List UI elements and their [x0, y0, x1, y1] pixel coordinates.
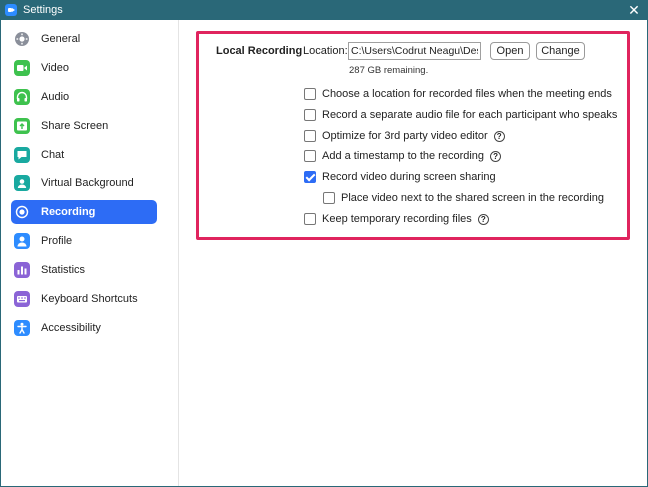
share-screen-icon [14, 117, 30, 134]
sidebar-item-recording[interactable]: Recording [11, 200, 157, 225]
help-icon[interactable]: ? [477, 213, 489, 225]
option-label: Record video during screen sharing [322, 171, 496, 183]
keyboard-icon [14, 291, 30, 308]
option-label: Keep temporary recording files [322, 213, 472, 225]
sidebar-item-statistics[interactable]: Statistics [11, 258, 157, 282]
chat-icon [14, 146, 30, 163]
help-icon[interactable]: ? [490, 150, 502, 162]
record-screen-sharing-checkbox[interactable] [304, 171, 316, 183]
headphones-icon [14, 88, 30, 105]
sidebar-item-audio[interactable]: Audio [11, 85, 157, 109]
option-label: Optimize for 3rd party video editor [322, 130, 488, 142]
sidebar-item-label: Chat [41, 148, 65, 161]
option-optimize-editor[interactable]: Optimize for 3rd party video editor ? [304, 128, 505, 144]
video-icon [14, 59, 30, 76]
choose-location-checkbox[interactable] [304, 88, 316, 100]
open-button[interactable]: Open [490, 42, 530, 60]
close-button[interactable]: ✕ [620, 0, 648, 20]
option-add-timestamp[interactable]: Add a timestamp to the recording ? [304, 148, 502, 164]
sidebar-item-share-screen[interactable]: Share Screen [11, 114, 157, 138]
sidebar-item-keyboard-shortcuts[interactable]: Keyboard Shortcuts [11, 287, 157, 311]
sidebar-item-chat[interactable]: Chat [11, 143, 157, 167]
keep-temp-files-checkbox[interactable] [304, 213, 316, 225]
profile-icon [14, 233, 30, 250]
sidebar-item-profile[interactable]: Profile [11, 229, 157, 253]
sidebar-item-label: Share Screen [41, 119, 109, 132]
sidebar-item-general[interactable]: General [11, 27, 157, 51]
option-record-screen-sharing[interactable]: Record video during screen sharing [304, 169, 496, 185]
option-place-video-next[interactable]: Place video next to the shared screen in… [323, 190, 604, 206]
accessibility-icon [14, 319, 30, 336]
sidebar-item-accessibility[interactable]: Accessibility [11, 316, 157, 340]
remaining-space-text: 287 GB remaining. [349, 65, 429, 76]
record-icon [14, 204, 30, 220]
person-background-icon [14, 175, 30, 192]
sidebar-item-label: Audio [41, 90, 70, 103]
sidebar-item-label: General [41, 33, 81, 45]
separate-audio-checkbox[interactable] [304, 109, 316, 121]
window-title: Settings [23, 4, 63, 16]
location-path-field[interactable] [348, 42, 481, 60]
local-recording-heading: Local Recording [216, 45, 303, 57]
option-separate-audio[interactable]: Record a separate audio file for each pa… [304, 107, 617, 123]
sidebar-item-label: Keyboard Shortcuts [41, 293, 138, 306]
option-label: Add a timestamp to the recording [322, 150, 485, 162]
option-label: Record a separate audio file for each pa… [322, 109, 618, 121]
statistics-icon [14, 262, 30, 279]
sidebar-item-label: Virtual Background [41, 177, 134, 190]
option-choose-location[interactable]: Choose a location for recorded files whe… [304, 86, 612, 102]
sidebar-item-label: Statistics [41, 264, 86, 277]
help-icon[interactable]: ? [493, 130, 505, 142]
zoom-app-icon [5, 4, 17, 16]
place-video-next-checkbox[interactable] [323, 192, 335, 204]
option-keep-temp-files[interactable]: Keep temporary recording files ? [304, 211, 489, 227]
sidebar-item-virtual-background[interactable]: Virtual Background [11, 171, 157, 195]
title-bar: Settings ✕ [0, 0, 648, 20]
change-button[interactable]: Change [536, 42, 585, 60]
add-timestamp-checkbox[interactable] [304, 150, 316, 162]
location-label: Location: [303, 45, 348, 57]
settings-sidebar: General Video Audio Share Screen Chat Vi… [1, 20, 179, 486]
sidebar-item-video[interactable]: Video [11, 56, 157, 80]
gear-icon [14, 31, 30, 47]
optimize-editor-checkbox[interactable] [304, 130, 316, 142]
sidebar-item-label: Accessibility [41, 321, 101, 334]
option-label: Place video next to the shared screen in… [341, 192, 604, 204]
option-label: Choose a location for recorded files whe… [322, 88, 612, 100]
sidebar-item-label: Video [41, 61, 69, 74]
sidebar-item-label: Profile [41, 235, 73, 248]
sidebar-item-label: Recording [41, 206, 96, 219]
